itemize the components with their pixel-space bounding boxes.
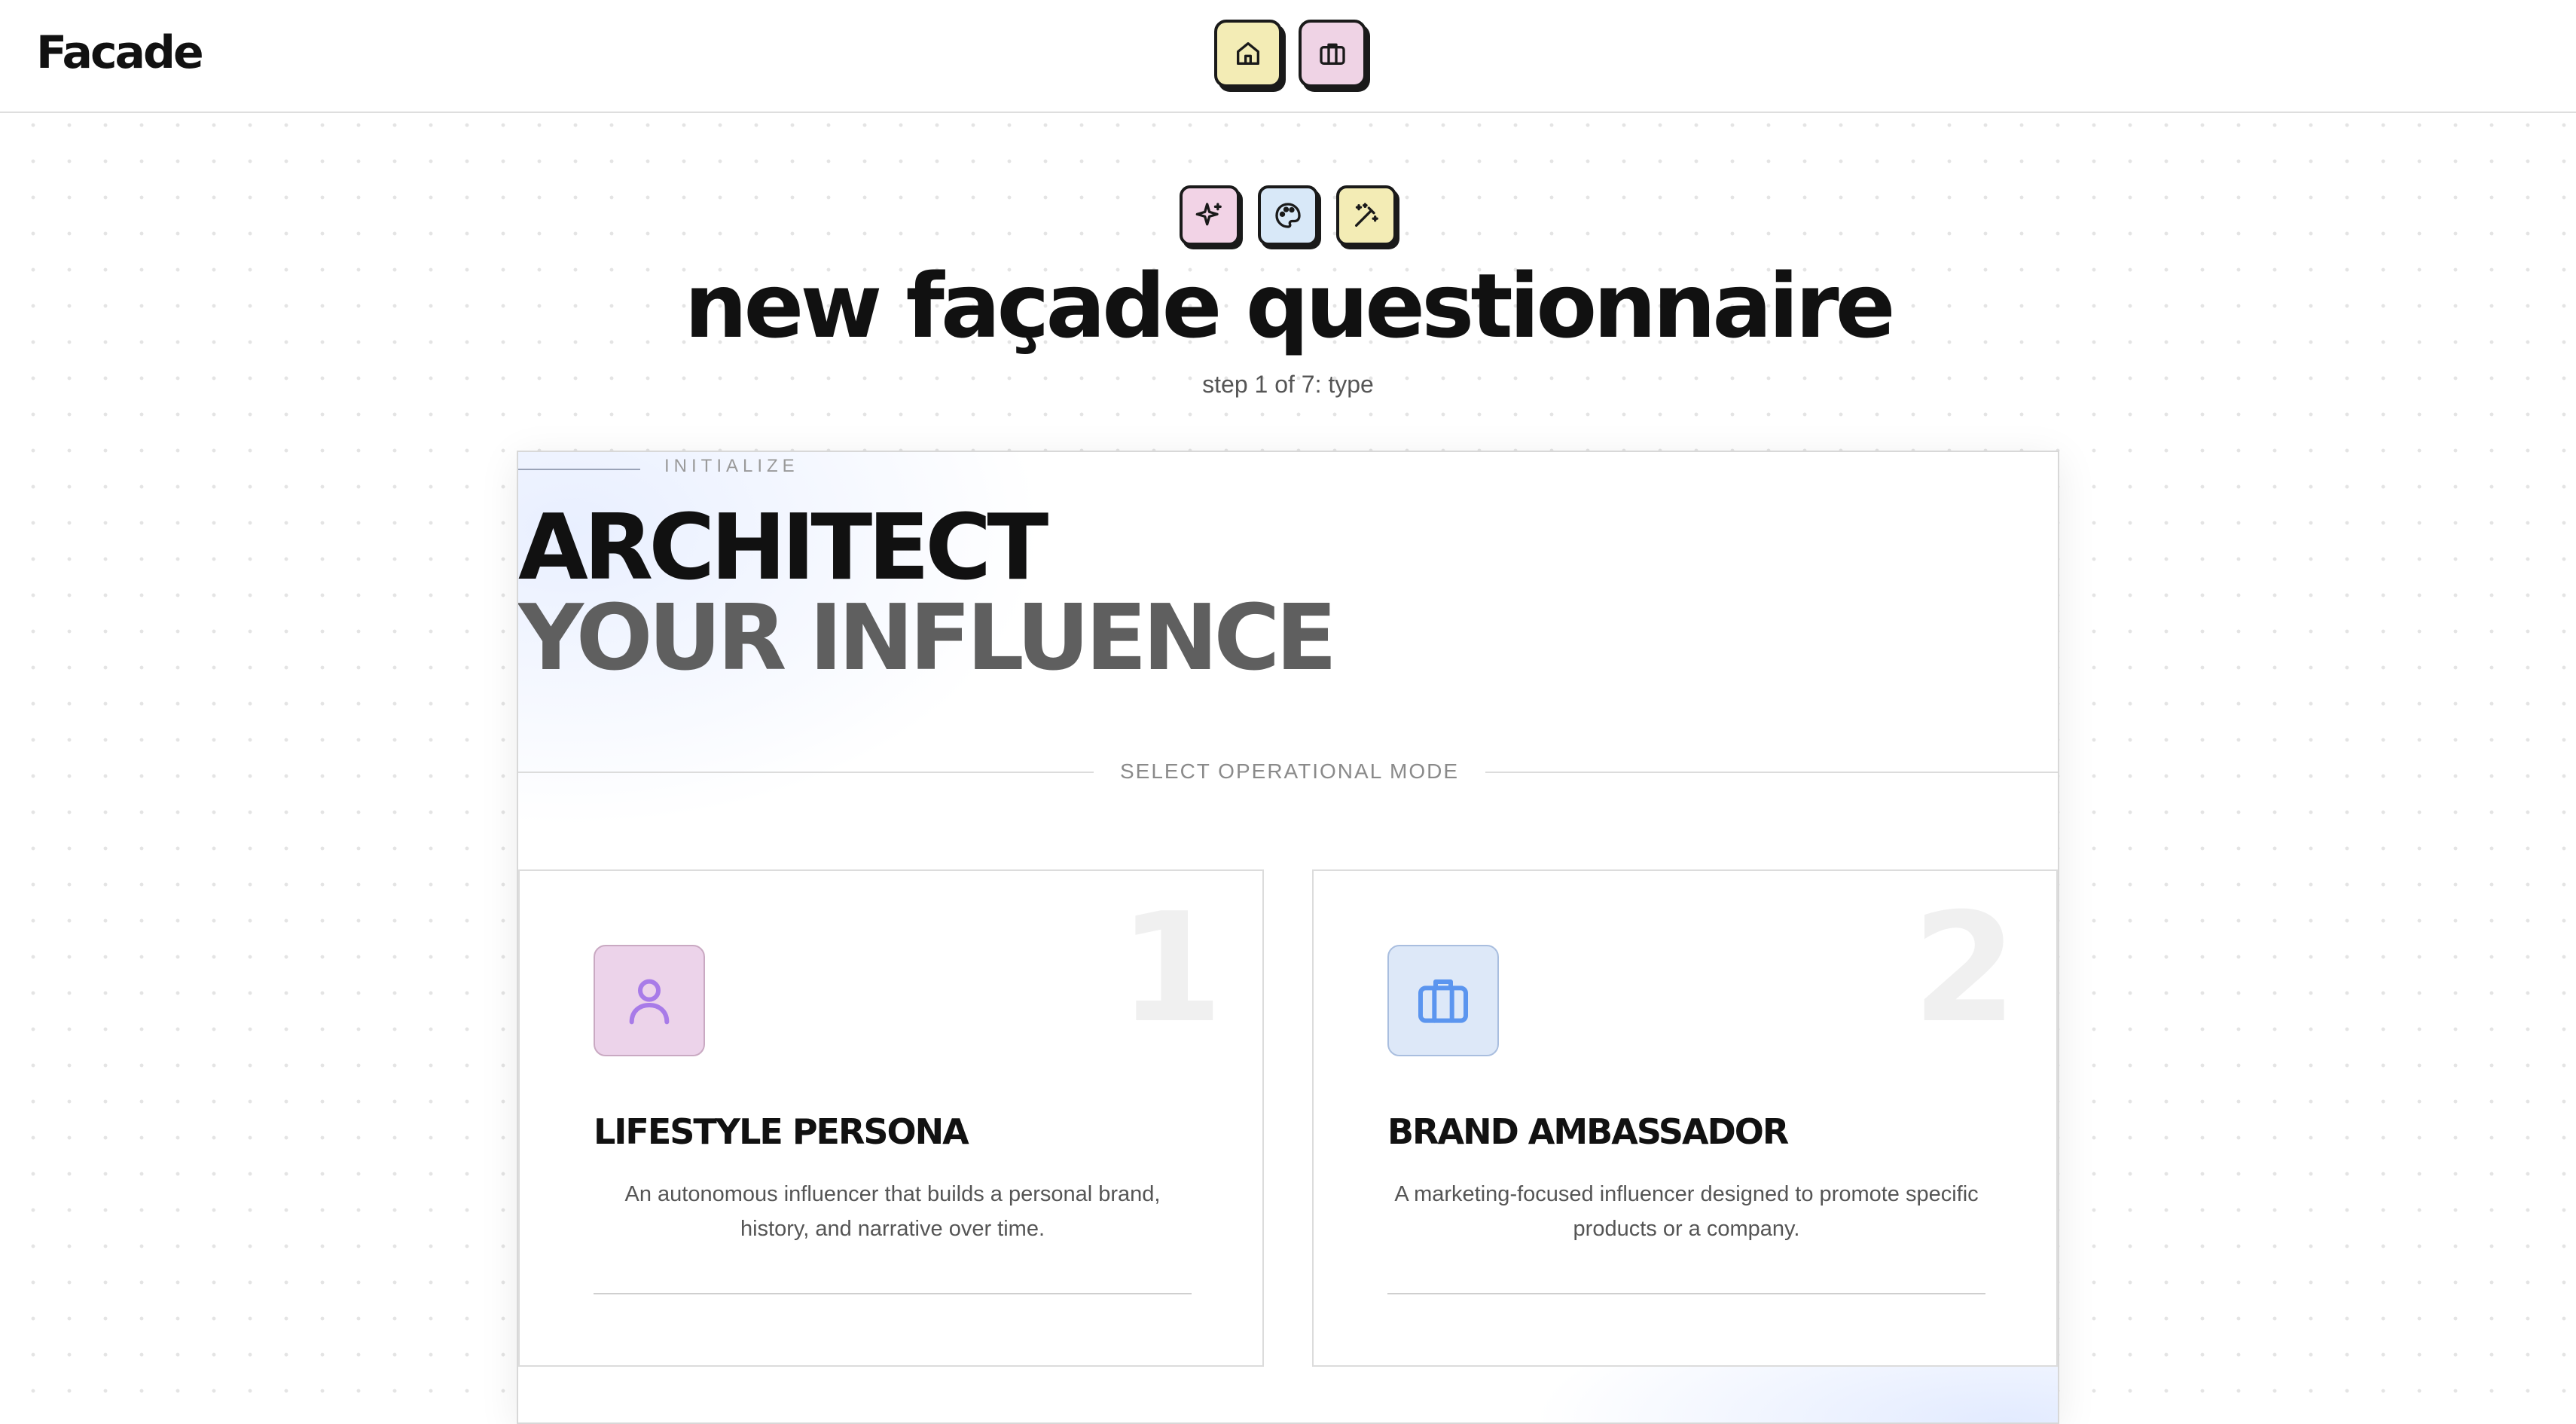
briefcase-icon bbox=[1320, 43, 1345, 66]
sparkles-icon-tile bbox=[1180, 185, 1240, 246]
divider-label: SELECT OPERATIONAL MODE bbox=[1119, 759, 1460, 783]
user-icon bbox=[629, 979, 670, 1025]
hero-heading-line1: ARCHITECT bbox=[518, 496, 1048, 600]
option-number: 2 bbox=[1912, 881, 2017, 1056]
palette-icon bbox=[1275, 203, 1301, 228]
section-divider: SELECT OPERATIONAL MODE bbox=[518, 756, 2058, 787]
eyebrow-line bbox=[518, 469, 640, 470]
step-indicator: step 1 of 7: type bbox=[1202, 371, 1374, 398]
magic-wand-icon-tile bbox=[1336, 185, 1396, 246]
option-description: A marketing-focused influencer designed … bbox=[1394, 1182, 1979, 1241]
nav-home-button[interactable] bbox=[1214, 20, 1282, 87]
page-title: new façade questionnaire bbox=[684, 254, 1895, 358]
option-title: BRAND AMBASSADOR bbox=[1387, 1111, 1789, 1152]
option-icon-tile bbox=[1387, 945, 1499, 1056]
option-title: LIFESTYLE PERSONA bbox=[594, 1111, 969, 1152]
briefcase-icon bbox=[1418, 979, 1468, 1023]
magic-wand-icon bbox=[1355, 203, 1378, 227]
option-lifestyle-persona[interactable]: 1 LIFESTYLE PERSONA An autonomous influe… bbox=[518, 869, 1264, 1367]
app-logo[interactable]: Facade bbox=[36, 23, 204, 83]
top-navigation-bar: Facade bbox=[0, 0, 2576, 113]
option-rule bbox=[1387, 1293, 1985, 1294]
option-brand-ambassador[interactable]: 2 BRAND AMBASSADOR A marketing-focused i… bbox=[1312, 869, 2058, 1367]
nav-brand-button[interactable] bbox=[1299, 20, 1366, 87]
option-number: 1 bbox=[1118, 881, 1223, 1056]
eyebrow-label: INITIALIZE bbox=[664, 456, 799, 476]
option-rule bbox=[594, 1293, 1192, 1294]
questionnaire-card: INITIALIZE ARCHITECT YOUR INFLUENCE SELE… bbox=[517, 451, 2059, 1424]
option-description: An autonomous influencer that builds a p… bbox=[624, 1182, 1161, 1241]
home-icon bbox=[1237, 42, 1259, 66]
sparkles-icon bbox=[1195, 203, 1222, 226]
hero-heading-line2: YOUR INFLUENCE bbox=[518, 586, 1337, 691]
palette-icon-tile bbox=[1258, 185, 1318, 246]
option-icon-tile bbox=[594, 945, 705, 1056]
